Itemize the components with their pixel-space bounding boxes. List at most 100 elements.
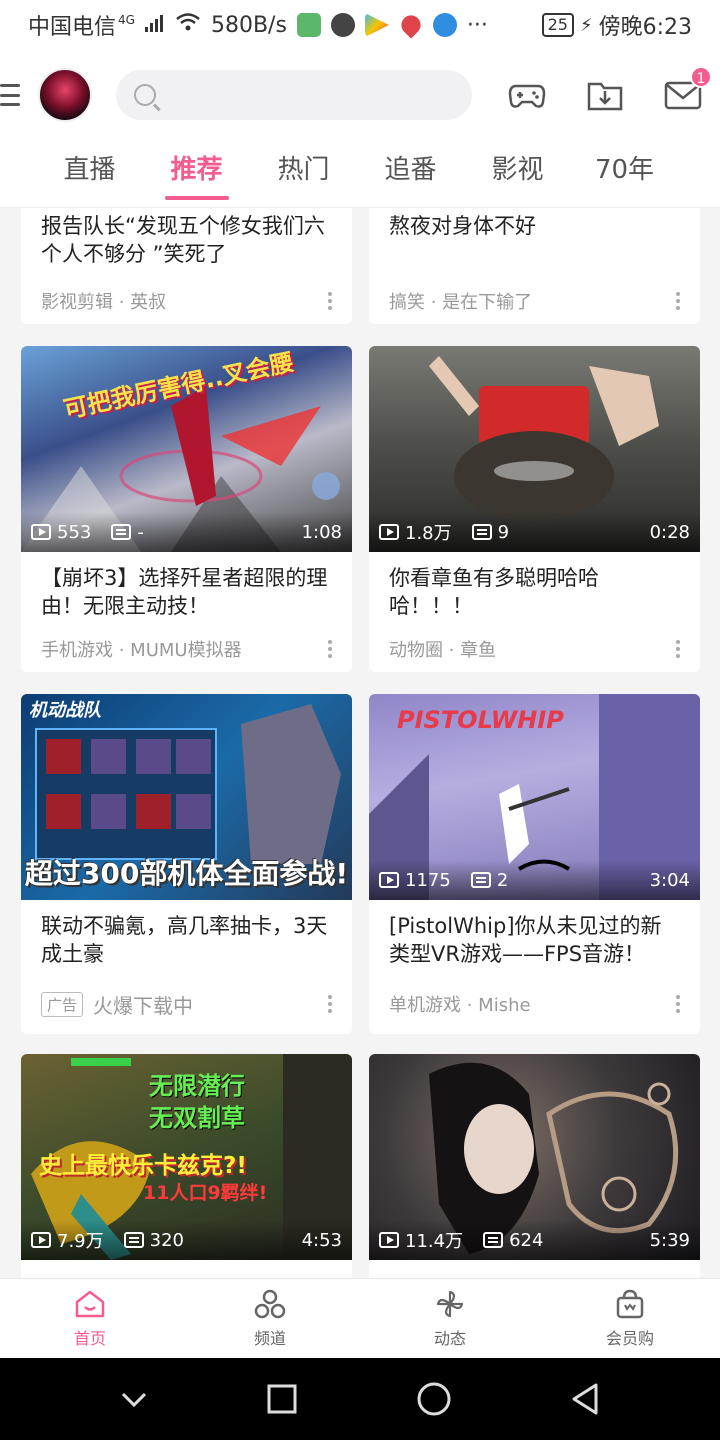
search-bar[interactable] xyxy=(116,70,472,120)
video-card[interactable]: 11.4万 624 5:39 xyxy=(369,1054,700,1278)
home-icon xyxy=(75,1290,105,1317)
tab-movies[interactable]: 影视 xyxy=(464,140,571,208)
ad-badge: 广告 xyxy=(41,991,84,1017)
video-card[interactable]: 无限潜行 无双割草 史上最快乐卡兹克?! 11人口9羁绊! 7.9万 320 4… xyxy=(21,1054,352,1278)
game-logo: PISTOLWHIP xyxy=(397,706,564,734)
video-meta-text: 搞笑 · 是在下输了 xyxy=(389,292,533,313)
video-thumbnail[interactable]: PISTOLWHIP 1175 2 3:04 xyxy=(369,694,700,900)
video-thumbnail[interactable]: 可把我厉害得..叉会腰 553 - 1:08 xyxy=(21,346,352,552)
video-meta: 单机游戏 · Mishe xyxy=(369,974,700,1034)
danmaku-icon xyxy=(471,524,492,540)
ad-title: 联动不骗氪，高几率抽卡，3天成土豪 xyxy=(41,914,328,966)
video-title xyxy=(21,1260,352,1278)
game-logo: 机动战队 xyxy=(29,700,101,721)
avatar[interactable] xyxy=(38,68,92,122)
ad-meta-text: 火爆下载中 xyxy=(93,993,194,1018)
more-options-icon[interactable] xyxy=(328,292,332,310)
tab-hot[interactable]: 热门 xyxy=(250,140,357,208)
home-button-icon[interactable] xyxy=(416,1381,452,1417)
more-options-icon[interactable] xyxy=(676,995,680,1013)
map-pin-icon xyxy=(397,11,425,39)
network-speed: 580B/s xyxy=(210,12,287,38)
system-nav-bar xyxy=(0,1358,720,1440)
app-notification-icon xyxy=(296,13,321,37)
video-thumbnail[interactable]: 11.4万 624 5:39 xyxy=(369,1054,700,1260)
thumbnail-caption: 11人口9羁绊! xyxy=(143,1182,268,1204)
bottom-navigation: 首页 频道 动态 会员购 xyxy=(0,1278,720,1358)
video-card[interactable]: PISTOLWHIP 1175 2 3:04 [PistolWhip]你从未见过… xyxy=(369,694,700,1034)
video-card[interactable]: 1.8万 9 0:28 你看章鱼有多聪明哈哈哈！！！ 动物圈 · 章鱼 xyxy=(369,346,700,672)
video-card[interactable]: 可把我厉害得..叉会腰 553 - 1:08 【崩坏3】选择歼星者超限的理由！无… xyxy=(21,346,352,672)
tab-recommend[interactable]: 推荐 xyxy=(143,140,250,208)
mail-icon[interactable]: 1 xyxy=(664,66,712,112)
more-options-icon[interactable] xyxy=(328,995,332,1013)
nav-home[interactable]: 首页 xyxy=(0,1279,180,1358)
video-meta: 影视剪辑 · 英叔 xyxy=(21,278,352,324)
danmaku-icon xyxy=(111,524,132,540)
thumbnail-caption: 无限潜行 xyxy=(149,1072,245,1100)
video-title: 你看章鱼有多聪明哈哈哈！！！ xyxy=(389,566,599,618)
view-count: 1175 xyxy=(405,869,451,891)
play-count-icon xyxy=(31,524,51,540)
video-stats: 1.8万 9 0:28 xyxy=(369,512,700,552)
play-count-icon xyxy=(379,872,399,888)
mail-badge: 1 xyxy=(690,66,712,88)
recent-apps-icon[interactable] xyxy=(266,1383,298,1415)
view-count: 11.4万 xyxy=(405,1231,464,1252)
carrier-label: 中国电信 xyxy=(28,15,117,40)
nav-dynamics[interactable]: 动态 xyxy=(360,1279,540,1358)
video-duration: 1:08 xyxy=(301,521,342,543)
video-meta-text: 手机游戏 · MUMU模拟器 xyxy=(41,640,242,661)
play-count-icon xyxy=(31,1232,51,1248)
video-title: 熬夜对身体不好 xyxy=(389,214,536,238)
view-count: 7.9万 xyxy=(57,1231,104,1252)
video-meta-text: 影视剪辑 · 英叔 xyxy=(41,292,167,313)
signal-icon xyxy=(144,13,165,38)
danmaku-icon xyxy=(123,1232,144,1248)
danmaku-count: 9 xyxy=(497,521,510,543)
download-icon[interactable] xyxy=(586,78,624,112)
video-stats: 1175 2 3:04 xyxy=(369,860,700,900)
video-thumbnail[interactable]: 1.8万 9 0:28 xyxy=(369,346,700,552)
charging-icon: ⚡ xyxy=(579,14,593,36)
video-duration: 4:53 xyxy=(301,1229,342,1251)
search-icon xyxy=(134,84,156,106)
clock: 傍晚6:23 xyxy=(598,15,692,40)
ad-thumbnail[interactable]: 机动战队 超过300部机体全面参战! xyxy=(21,694,352,900)
tab-70years[interactable]: 70年 xyxy=(571,140,678,208)
thumbnail-caption: 史上最快乐卡兹克?! xyxy=(39,1153,247,1179)
danmaku-count: 2 xyxy=(496,869,509,891)
back-icon[interactable] xyxy=(569,1382,601,1416)
more-options-icon[interactable] xyxy=(328,640,332,658)
video-duration: 5:39 xyxy=(649,1229,690,1251)
video-duration: 0:28 xyxy=(649,521,690,543)
channels-icon xyxy=(254,1289,286,1318)
video-title xyxy=(369,1260,700,1278)
browser-icon xyxy=(432,13,457,37)
top-header: 1 xyxy=(0,50,720,140)
video-thumbnail[interactable]: 无限潜行 无双割草 史上最快乐卡兹克?! 11人口9羁绊! 7.9万 320 4… xyxy=(21,1054,352,1260)
shopping-bag-icon xyxy=(616,1289,644,1318)
play-store-icon xyxy=(364,13,389,37)
thumbnail-caption: 超过300部机体全面参战! xyxy=(24,857,349,890)
view-count: 1.8万 xyxy=(405,523,452,544)
danmaku-count: - xyxy=(137,521,144,543)
tab-anime[interactable]: 追番 xyxy=(357,140,464,208)
nav-vip-shop[interactable]: 会员购 xyxy=(540,1279,720,1358)
video-card[interactable]: 报告队长“发现五个修女我们六个人不够分 ”笑死了 影视剪辑 · 英叔 xyxy=(21,208,352,324)
tab-live[interactable]: 直播 xyxy=(36,140,143,208)
ad-card[interactable]: 机动战队 超过300部机体全面参战! 联动不骗氪，高几率抽卡，3天成土豪 广告 … xyxy=(21,694,352,1034)
nav-channels[interactable]: 频道 xyxy=(180,1279,360,1358)
more-options-icon[interactable] xyxy=(676,292,680,310)
qq-icon xyxy=(330,13,355,37)
nav-home-label: 首页 xyxy=(73,1328,106,1348)
gamepad-icon[interactable] xyxy=(508,78,546,112)
video-meta: 手机游戏 · MUMU模拟器 xyxy=(21,626,352,672)
search-input[interactable] xyxy=(166,83,446,107)
menu-icon[interactable] xyxy=(0,84,20,106)
play-count-icon xyxy=(379,1232,399,1248)
danmaku-icon xyxy=(483,1232,504,1248)
video-card[interactable]: 熬夜对身体不好 搞笑 · 是在下输了 xyxy=(369,208,700,324)
more-options-icon[interactable] xyxy=(676,640,680,658)
chevron-down-icon[interactable] xyxy=(119,1389,149,1409)
